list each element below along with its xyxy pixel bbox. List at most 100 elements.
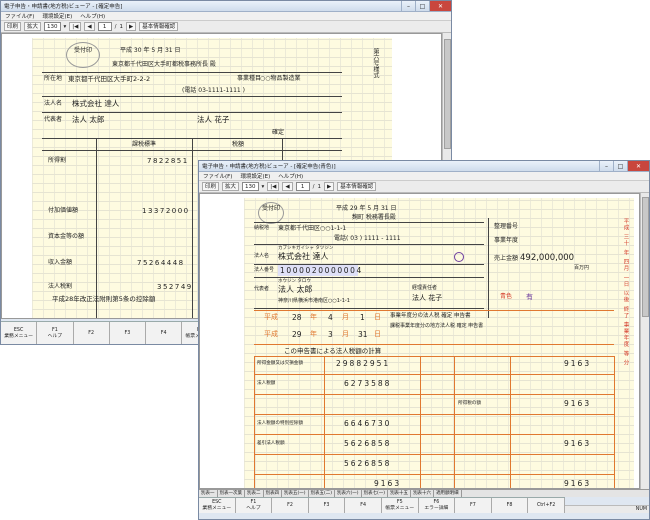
nav-first-button[interactable]: |◀ bbox=[69, 22, 82, 31]
nav-prev-button[interactable]: ◀ bbox=[282, 182, 293, 191]
declaration-line-2: 課税事業年度分の地方法人税 確定 申告書 bbox=[390, 323, 484, 329]
period-from-day-unit: 日 bbox=[374, 313, 381, 321]
front-fkey-f6[interactable]: F6 エラー詳細 bbox=[419, 498, 456, 513]
back-fkey-esc[interactable]: ESC 業務メニュー bbox=[1, 322, 38, 344]
front-fkey-f1[interactable]: F1 ヘルプ bbox=[236, 498, 273, 513]
tax-office: 麹町 税務署長殿 bbox=[352, 214, 396, 221]
back-toolbar: 印刷 拡大 130 ▾ |◀ ◀ 1 / 1 ▶ 基本情報確認 bbox=[1, 21, 451, 33]
front-menu-bar: ファイル(F) 環境設定(E) ヘルプ(H) bbox=[199, 172, 649, 181]
front-viewer-window: 電子申告・申請書(地方税)ビューア - [確定申告(青色)] – □ ✕ ファイル(… bbox=[198, 160, 650, 520]
sheet-tab-6[interactable]: 別表五(二) bbox=[309, 490, 336, 497]
zoom-dropdown-icon[interactable]: ▾ bbox=[64, 24, 67, 30]
row-label-2: 付加価値額 bbox=[48, 207, 79, 214]
back-rep-name: 法人 太郎 bbox=[72, 115, 105, 124]
calc-amount-2: 6273588 bbox=[344, 379, 392, 388]
back-biz-label: 事業種目 bbox=[237, 75, 262, 82]
right-amount-2: 9163 bbox=[564, 399, 592, 408]
front-fkey-f7[interactable]: F7 bbox=[455, 498, 492, 513]
status-bar: NUM bbox=[565, 505, 649, 513]
basic-info-button[interactable]: 基本情報確認 bbox=[337, 182, 377, 191]
back-address: 東京都千代田区大手町2-2-2 bbox=[68, 75, 151, 83]
front-fkey-f3[interactable]: F3 bbox=[309, 498, 346, 513]
zoom-dropdown-icon[interactable]: ▾ bbox=[262, 184, 265, 190]
front-rep-label: 代表者 bbox=[254, 286, 270, 292]
back-date: 平成 30 年 5 月 31 日 bbox=[120, 47, 181, 54]
nav-next-button[interactable]: ▶ bbox=[125, 22, 137, 31]
nav-prev-button[interactable]: ◀ bbox=[84, 22, 95, 31]
front-vertical-scrollbar[interactable] bbox=[640, 193, 649, 489]
back-fkey-f1[interactable]: F1 ヘルプ bbox=[37, 322, 74, 344]
nav-next-button[interactable]: ▶ bbox=[323, 182, 335, 191]
zoom-button[interactable]: 拡大 bbox=[222, 182, 240, 191]
row-label-3: 資本金等の額 bbox=[48, 233, 85, 240]
nav-first-button[interactable]: |◀ bbox=[267, 182, 280, 191]
calc-amount-6: 9163 bbox=[374, 479, 402, 488]
menu-file[interactable]: ファイル(F) bbox=[199, 172, 236, 180]
back-corp-label: 法人名 bbox=[44, 100, 63, 107]
front-sheet-tabs: 別表一 別表一次葉 別表二 別表四 別表五(一) 別表五(二) 別表六(一) 別… bbox=[199, 489, 649, 497]
close-icon[interactable]: ✕ bbox=[627, 161, 649, 171]
sheet-tab-4[interactable]: 別表四 bbox=[264, 490, 282, 497]
back-fkey-f2[interactable]: F2 bbox=[74, 322, 110, 344]
biz-year-label: 事業年度 bbox=[494, 237, 519, 244]
menu-help[interactable]: ヘルプ(H) bbox=[76, 12, 109, 20]
back-biz-type: ○○物品製造業 bbox=[260, 75, 301, 82]
front-window-title: 電子申告・申請書(地方税)ビューア - [確定申告(青色)] bbox=[202, 164, 336, 170]
side-vertical-text: 平成 三十 年 四月 一日 以後 終了 事業年度 等 分 bbox=[622, 218, 629, 367]
period-from-year-unit: 年 bbox=[310, 313, 317, 321]
basic-info-button[interactable]: 基本情報確認 bbox=[139, 22, 179, 31]
menu-help[interactable]: ヘルプ(H) bbox=[274, 172, 307, 180]
maximize-icon[interactable]: □ bbox=[415, 1, 429, 11]
calc-amount-4: 5626858 bbox=[344, 439, 392, 448]
print-button[interactable]: 印刷 bbox=[202, 182, 220, 191]
front-title-bar: 電子申告・申請書(地方税)ビューア - [確定申告(青色)] – □ ✕ bbox=[199, 161, 649, 172]
page-separator: / bbox=[312, 183, 315, 190]
front-address: 東京都千代田区○○1-1-1 bbox=[278, 225, 347, 232]
sheet-tab-1[interactable]: 別表一 bbox=[199, 490, 218, 497]
sheet-tab-3[interactable]: 別表二 bbox=[245, 490, 264, 497]
front-fkey-ctrl-f2[interactable]: Ctrl+F2 bbox=[528, 498, 565, 513]
close-icon[interactable]: ✕ bbox=[429, 1, 451, 11]
zoom-field[interactable]: 130 bbox=[242, 182, 259, 191]
maximize-icon[interactable]: □ bbox=[613, 161, 627, 171]
sheet-tab-10[interactable]: 別表十六 bbox=[411, 490, 435, 497]
back-address-label: 所在地 bbox=[44, 75, 63, 82]
sheet-tab-2[interactable]: 別表一次葉 bbox=[218, 490, 245, 497]
front-fkey-esc[interactable]: ESC 業務メニュー bbox=[199, 498, 236, 513]
menu-settings[interactable]: 環境設定(E) bbox=[38, 12, 76, 20]
menu-file[interactable]: ファイル(F) bbox=[1, 12, 38, 20]
sheet-tab-7[interactable]: 別表六(一) bbox=[335, 490, 362, 497]
sheet-tab-5[interactable]: 別表五(一) bbox=[282, 490, 309, 497]
menu-settings[interactable]: 環境設定(E) bbox=[236, 172, 274, 180]
front-fkey-f8[interactable]: F8 bbox=[492, 498, 529, 513]
minimize-icon[interactable]: – bbox=[401, 1, 415, 11]
back-fkey-f4[interactable]: F4 bbox=[146, 322, 183, 344]
calc-row-label-4: 差引法人税額 bbox=[257, 441, 285, 446]
zoom-field[interactable]: 130 bbox=[44, 22, 61, 31]
front-document-area: 受付印 平成 29 年 5 月 31 日 麹町 税務署長殿 納税地 東京都千代田… bbox=[199, 193, 640, 489]
front-fkey-f2[interactable]: F2 bbox=[272, 498, 309, 513]
back-phone: (電話 03-1111-1111 ) bbox=[182, 87, 246, 94]
front-date: 平成 29 年 5 月 31 日 bbox=[336, 205, 397, 212]
back-fkey-f3[interactable]: F3 bbox=[110, 322, 146, 344]
corp-kana: カブシキガイシャ タツジン bbox=[278, 246, 334, 251]
sheet-tab-8[interactable]: 別表七(一) bbox=[362, 490, 389, 497]
print-button[interactable]: 印刷 bbox=[4, 22, 22, 31]
sales-label: 売上金額 bbox=[494, 255, 519, 262]
sheet-tab-11[interactable]: 適用額明細 bbox=[434, 490, 462, 497]
page-current-field[interactable]: 1 bbox=[97, 22, 112, 31]
sheet-tab-9[interactable]: 別表十五 bbox=[388, 490, 412, 497]
receipt-label: 受付印 bbox=[74, 47, 93, 54]
receipt-stamp bbox=[66, 42, 100, 68]
back-declaration: 確定 bbox=[272, 129, 285, 136]
page-current-field[interactable]: 1 bbox=[295, 182, 310, 191]
period-to-month-unit: 月 bbox=[342, 330, 349, 338]
amount-4: 352749 bbox=[157, 283, 193, 291]
front-form-sheet: 受付印 平成 29 年 5 月 31 日 麹町 税務署長殿 納税地 東京都千代田… bbox=[244, 198, 634, 488]
front-fkey-f4[interactable]: F4 bbox=[345, 498, 382, 513]
zoom-button[interactable]: 拡大 bbox=[24, 22, 42, 31]
right-amount-3: 9163 bbox=[564, 439, 592, 448]
rep-kana: ホウジン タロウ bbox=[278, 279, 311, 284]
front-fkey-f5[interactable]: F5 帳票メニュー bbox=[382, 498, 419, 513]
minimize-icon[interactable]: – bbox=[599, 161, 613, 171]
